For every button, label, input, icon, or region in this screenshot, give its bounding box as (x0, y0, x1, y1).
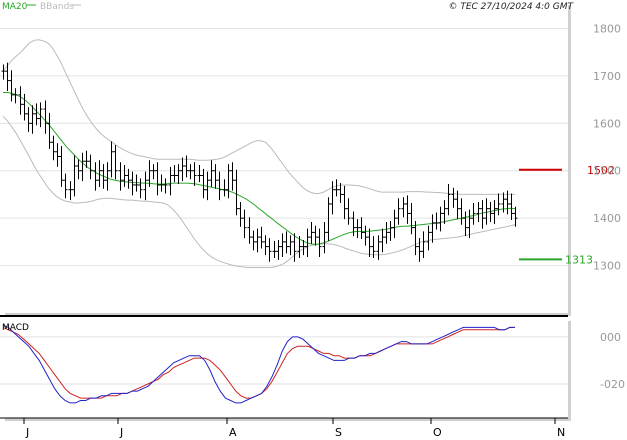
macd-title: MACD (2, 323, 29, 333)
macd-panel (0, 317, 568, 418)
legend-bbands: BBands (40, 2, 74, 12)
copyright-text: © TEC 27/10/2024 4:0 GMT (448, 2, 574, 12)
x-tick-label: A (229, 426, 237, 439)
x-tick-label: O (433, 426, 442, 439)
x-tick-label: J (25, 426, 29, 439)
x-tick-label: J (119, 426, 123, 439)
y-tick-label: 1300 (593, 260, 621, 273)
y-tick-label: 1500 (593, 165, 621, 178)
stock-chart: 15021313 180017001600150014001300 MA20 B… (0, 0, 625, 439)
price-y-axis: 1800 1700 1600 1500 1400 1300 (593, 22, 621, 272)
x-tick-label: S (335, 426, 342, 439)
macd-y-tick-label: -020 (600, 378, 625, 391)
level-label: 1313 (565, 253, 593, 266)
x-tick-label: N (557, 426, 565, 439)
y-tick-label: 1600 (593, 117, 621, 130)
legend-ma20: MA20 (2, 2, 28, 12)
macd-y-axis: 000 -020 (600, 331, 625, 391)
y-tick-label: 1700 (593, 70, 621, 83)
y-tick-label: 1800 (593, 22, 621, 35)
x-axis: JJASON (23, 418, 565, 439)
macd-y-tick-label: 000 (600, 331, 621, 344)
y-tick-label: 1400 (593, 212, 621, 225)
